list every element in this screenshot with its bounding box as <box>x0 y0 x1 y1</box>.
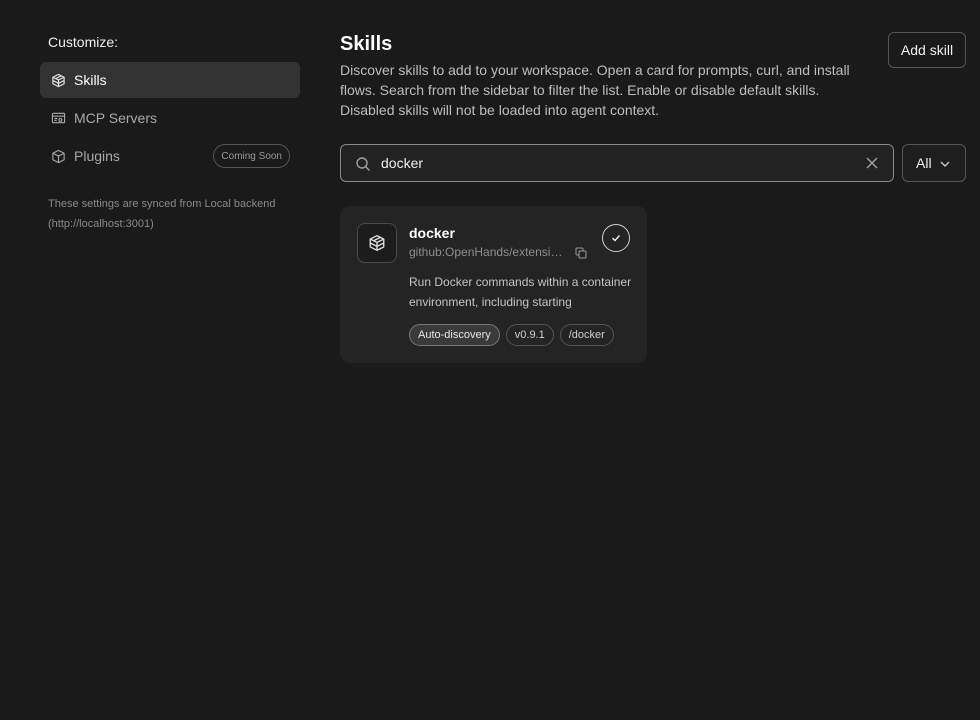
sidebar-title: Customize: <box>48 34 119 50</box>
tag-auto-discovery: Auto-discovery <box>409 324 500 346</box>
check-icon <box>612 235 621 242</box>
sidebar-item-skills[interactable]: Skills <box>40 62 300 98</box>
coming-soon-badge: Coming Soon <box>213 144 290 168</box>
server-settings-icon <box>50 110 66 126</box>
sidebar-item-label: Plugins <box>74 148 120 164</box>
filter-select[interactable]: All <box>902 144 966 182</box>
enabled-toggle[interactable] <box>602 224 630 252</box>
sidebar-item-plugins[interactable]: Plugins Coming Soon <box>40 138 300 174</box>
filter-selected-value: All <box>916 155 932 171</box>
page-description: Discover skills to add to your workspace… <box>340 62 850 118</box>
sync-note: These settings are synced from Local bac… <box>48 198 276 230</box>
cube-icon <box>50 72 66 88</box>
sidebar-item-mcp-servers[interactable]: MCP Servers <box>40 100 300 136</box>
package-icon <box>50 148 66 164</box>
skill-card[interactable]: docker github:OpenHands/extensions Run D… <box>340 206 647 363</box>
chevron-down-icon <box>940 161 950 167</box>
sidebar-item-label: Skills <box>74 72 107 88</box>
page-title: Skills <box>340 33 393 55</box>
add-skill-button[interactable]: Add skill <box>888 32 966 68</box>
tag-command: /docker <box>559 324 614 346</box>
skill-source: github:OpenHands/extensions <box>409 245 569 259</box>
search-input[interactable] <box>381 145 851 181</box>
close-icon[interactable] <box>865 156 879 170</box>
search-box <box>340 144 894 182</box>
copy-icon[interactable] <box>575 247 587 259</box>
skill-description: Run Docker commands within a container e… <box>409 275 632 309</box>
cube-icon <box>357 223 397 263</box>
search-icon <box>356 157 370 171</box>
tag-version: v0.9.1 <box>505 324 554 346</box>
skill-tags: Auto-discovery v0.9.1 /docker <box>409 324 614 346</box>
skill-name: docker <box>409 225 455 241</box>
sidebar-item-label: MCP Servers <box>74 110 157 126</box>
